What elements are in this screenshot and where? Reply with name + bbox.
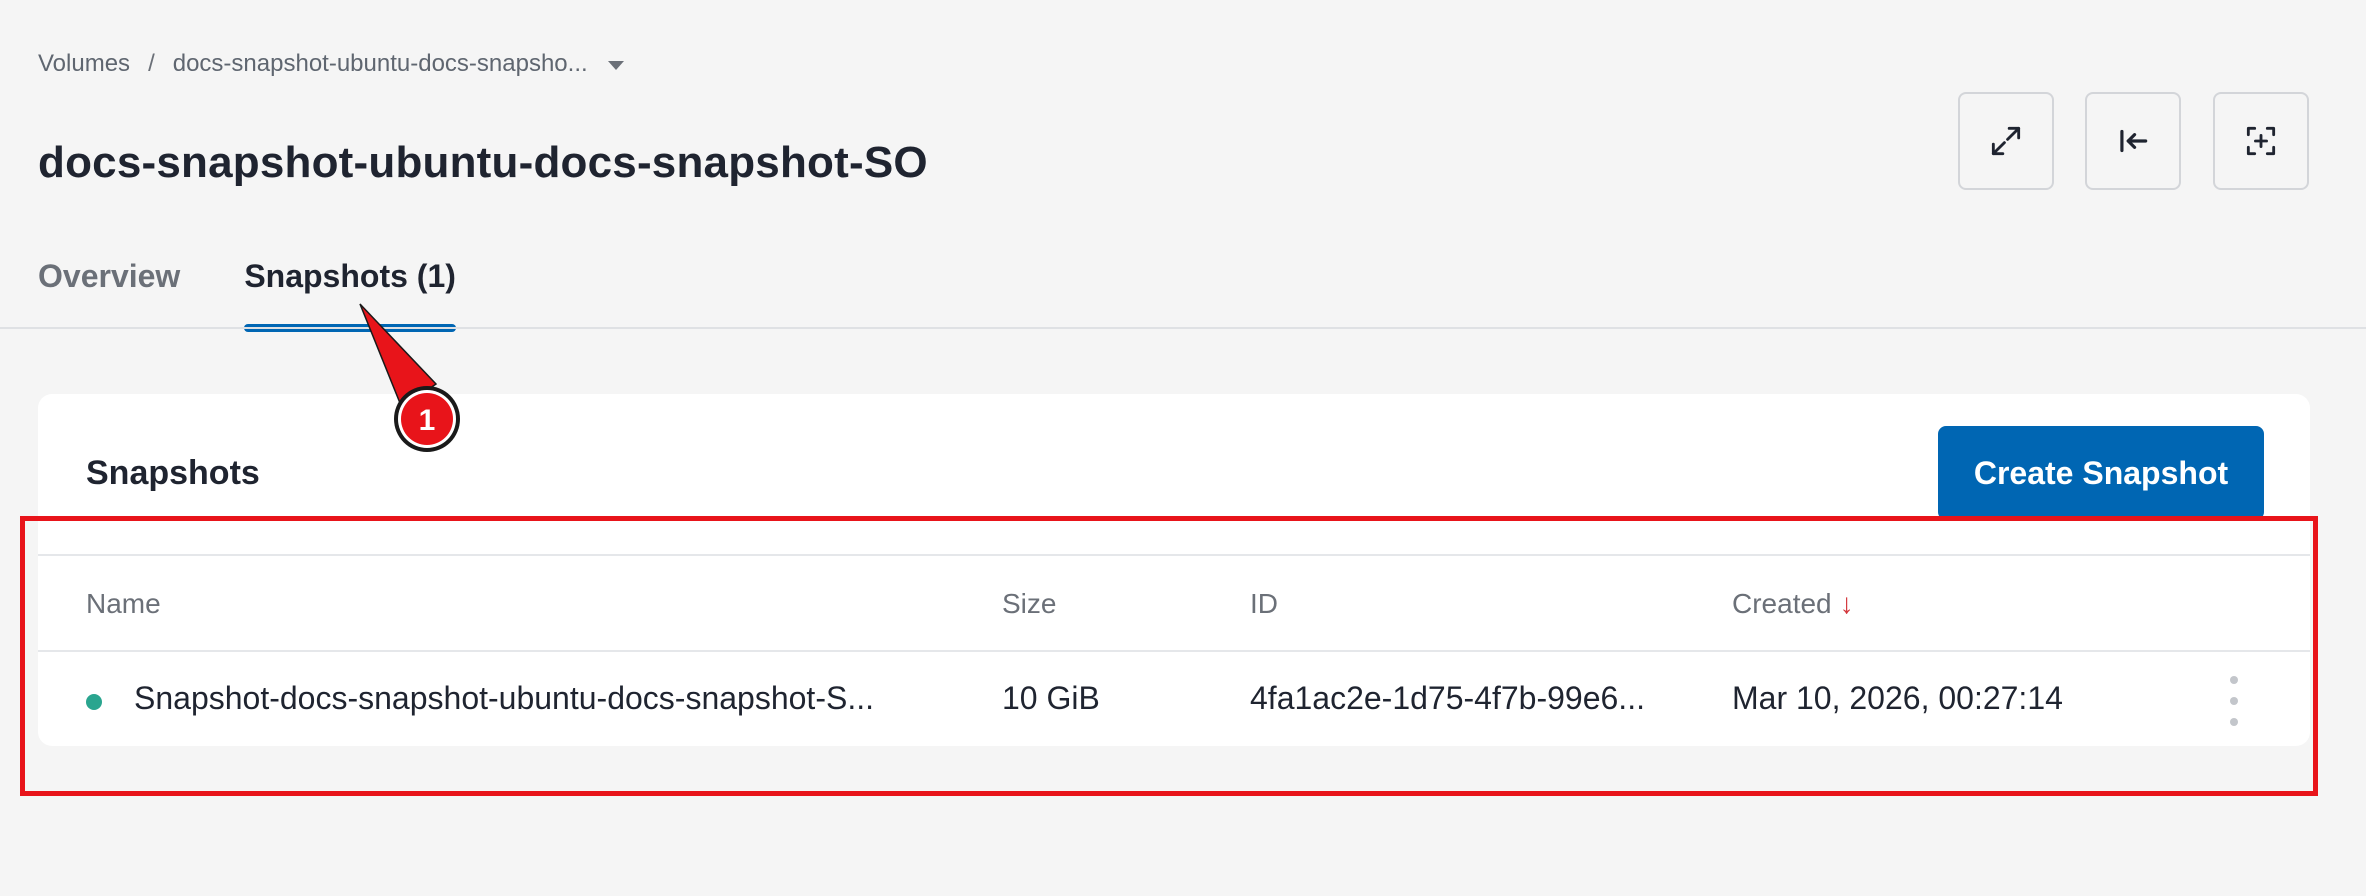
chevron-down-icon[interactable] — [607, 60, 624, 70]
annotation-highlight-box — [20, 516, 2318, 796]
page-title: docs-snapshot-ubuntu-docs-snapshot-SO — [38, 138, 928, 187]
tab-overview[interactable]: Overview — [38, 258, 180, 319]
tab-snapshots[interactable]: Snapshots (1) — [244, 258, 456, 332]
collapse-panel-button[interactable] — [2085, 92, 2181, 190]
tabs-divider — [0, 327, 2366, 329]
breadcrumb-volumes-link[interactable]: Volumes — [38, 50, 130, 78]
create-snapshot-button[interactable]: Create Snapshot — [1938, 426, 2264, 520]
snapshots-card-title: Snapshots — [86, 454, 260, 492]
breadcrumb-current-volume[interactable]: docs-snapshot-ubuntu-docs-snapsho... — [173, 50, 588, 78]
breadcrumb-separator: / — [148, 50, 155, 77]
collapse-left-icon — [2120, 129, 2148, 153]
expand-button[interactable] — [1958, 92, 2054, 190]
volume-detail-page: Volumes / docs-snapshot-ubuntu-docs-snap… — [0, 0, 2366, 896]
focus-add-icon — [2246, 126, 2276, 156]
focus-add-button[interactable] — [2213, 92, 2309, 190]
expand-icon — [1991, 126, 2021, 156]
tab-bar: Overview Snapshots (1) — [38, 258, 456, 332]
breadcrumb: Volumes / docs-snapshot-ubuntu-docs-snap… — [38, 50, 624, 78]
